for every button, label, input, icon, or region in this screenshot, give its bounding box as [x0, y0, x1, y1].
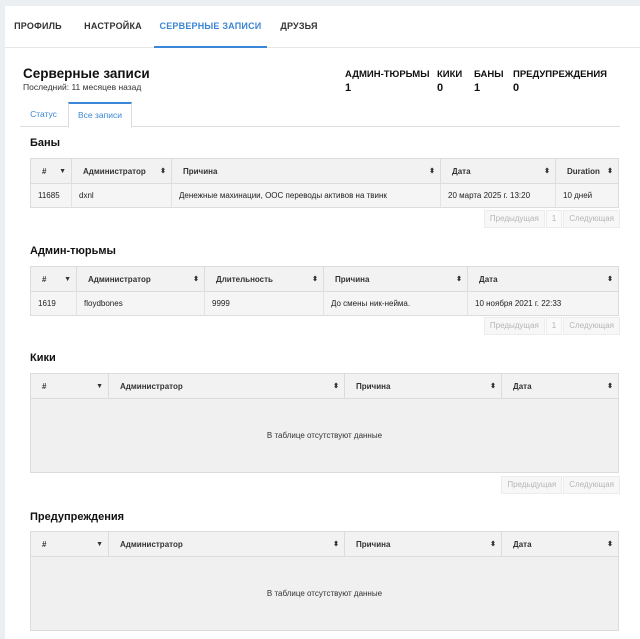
- stat-label: БАНЫ: [474, 69, 504, 80]
- col-header[interactable]: Дата ⬍: [468, 267, 618, 291]
- stat-value: 0: [437, 82, 444, 94]
- col-header[interactable]: Администратор ⬍: [72, 159, 172, 183]
- jails-title: Админ-тюрьмы: [30, 245, 116, 257]
- sort-desc-icon: ▼: [64, 276, 71, 283]
- sort-icon: ⬍: [429, 168, 435, 175]
- last-record-text: Последний: 11 месяцев назад: [23, 82, 142, 92]
- stat-value: 1: [474, 82, 481, 94]
- page-title: Серверные записи: [23, 66, 150, 81]
- subtab-all-records[interactable]: Все записи: [68, 102, 132, 128]
- stat-admin-jails: АДМИН-ТЮРЬМЫ 1: [345, 69, 430, 94]
- sort-icon: ⬍: [490, 383, 496, 390]
- col-header[interactable]: # ▼: [31, 374, 109, 398]
- prev-page-button[interactable]: Предыдущая: [501, 476, 563, 494]
- col-header[interactable]: Дата ⬍: [441, 159, 556, 183]
- sort-icon: ⬍: [607, 541, 613, 548]
- profile-navbar: ПРОФИЛЬ НАСТРОЙКА СЕРВЕРНЫЕ ЗАПИСИ ДРУЗЬ…: [5, 6, 640, 48]
- sort-desc-icon: ▼: [96, 383, 103, 390]
- sort-icon: ⬍: [160, 168, 166, 175]
- table-row[interactable]: 11685 dxnl Денежные махинации, ООС перев…: [31, 184, 618, 207]
- tab-profile[interactable]: ПРОФИЛЬ: [5, 6, 71, 48]
- stat-label: ПРЕДУПРЕЖДЕНИЯ: [513, 69, 608, 80]
- records-subtabs: Статус Все записи: [20, 102, 620, 128]
- warnings-table: # ▼ Администратор ⬍ Причина ⬍ Дата ⬍ В табли…: [30, 531, 619, 631]
- col-header[interactable]: Причина ⬍: [345, 532, 502, 556]
- table-cell: 1619: [31, 292, 77, 315]
- col-header[interactable]: Дата ⬍: [502, 532, 618, 556]
- prev-page-button[interactable]: Предыдущая: [483, 210, 545, 228]
- warnings-title: Предупреждения: [30, 511, 125, 523]
- page-number-button[interactable]: 1: [545, 317, 563, 335]
- sort-icon: ⬍: [312, 276, 318, 283]
- table-cell: 11685: [31, 184, 72, 207]
- col-header[interactable]: Администратор ⬍: [77, 267, 205, 291]
- sort-icon: ⬍: [456, 276, 462, 283]
- col-header[interactable]: # ▼: [31, 267, 77, 291]
- kicks-pagination: Предыдущая Следующая: [500, 476, 620, 494]
- table-header: # ▼ Администратор ⬍ Длительность ⬍ Причина ⬍…: [31, 267, 618, 292]
- col-header[interactable]: Причина ⬍: [345, 374, 502, 398]
- col-header[interactable]: Причина ⬍: [324, 267, 468, 291]
- table-cell: 20 марта 2025 г. 13:20: [441, 184, 556, 207]
- stat-bans: БАНЫ 1: [474, 69, 504, 94]
- sort-icon: ⬍: [333, 541, 339, 548]
- empty-table-message: В таблице отсутствуют данные: [31, 557, 618, 630]
- stat-label: КИКИ: [437, 69, 463, 80]
- jails-pagination: Предыдущая 1 Следующая: [483, 317, 620, 335]
- sort-icon: ⬍: [193, 276, 199, 283]
- sort-icon: ⬍: [607, 383, 613, 390]
- sort-icon: ⬍: [544, 168, 550, 175]
- sort-icon: ⬍: [333, 383, 339, 390]
- col-header[interactable]: Duration ⬍: [556, 159, 618, 183]
- sort-desc-icon: ▼: [96, 541, 103, 548]
- bans-title: Баны: [30, 137, 61, 149]
- left-strip: [0, 6, 5, 639]
- next-page-button[interactable]: Следующая: [563, 210, 620, 228]
- table-header: # ▼ Администратор ⬍ Причина ⬍ Дата ⬍: [31, 374, 618, 399]
- table-cell: floydbones: [77, 292, 205, 315]
- subtab-status[interactable]: Статус: [20, 102, 67, 127]
- col-header[interactable]: Администратор ⬍: [109, 374, 345, 398]
- bans-table: # ▼ Администратор ⬍ Причина ⬍ Дата ⬍ Duratio…: [30, 158, 619, 208]
- kicks-title: Кики: [30, 352, 56, 364]
- col-header[interactable]: Дата ⬍: [502, 374, 618, 398]
- stat-value: 0: [513, 82, 520, 94]
- empty-table-message: В таблице отсутствуют данные: [31, 399, 618, 472]
- sort-icon: ⬍: [490, 541, 496, 548]
- table-cell: dxnl: [72, 184, 172, 207]
- col-header[interactable]: # ▼: [31, 532, 109, 556]
- sort-desc-icon: ▼: [59, 168, 66, 175]
- next-page-button[interactable]: Следующая: [563, 476, 620, 494]
- col-header[interactable]: # ▼: [31, 159, 72, 183]
- table-cell: До смены ник-нейма.: [324, 292, 468, 315]
- tab-settings[interactable]: НАСТРОЙКА: [75, 6, 151, 48]
- bans-pagination: Предыдущая 1 Следующая: [483, 210, 620, 228]
- stat-value: 1: [345, 82, 352, 94]
- sort-icon: ⬍: [607, 276, 613, 283]
- col-header[interactable]: Длительность ⬍: [205, 267, 324, 291]
- page-number-button[interactable]: 1: [545, 210, 563, 228]
- prev-page-button[interactable]: Предыдущая: [483, 317, 545, 335]
- stat-warnings: ПРЕДУПРЕЖДЕНИЯ 0: [513, 69, 607, 94]
- col-header[interactable]: Администратор ⬍: [109, 532, 345, 556]
- stat-label: АДМИН-ТЮРЬМЫ: [345, 69, 430, 80]
- table-row[interactable]: 1619 floydbones 9999 До смены ник-нейма.…: [31, 292, 618, 315]
- kicks-table: # ▼ Администратор ⬍ Причина ⬍ Дата ⬍ В табли…: [30, 373, 619, 473]
- tab-friends[interactable]: ДРУЗЬЯ: [273, 6, 325, 48]
- stat-kicks: КИКИ 0: [437, 69, 462, 94]
- col-header[interactable]: Причина ⬍: [172, 159, 441, 183]
- tab-server-records[interactable]: СЕРВЕРНЫЕ ЗАПИСИ: [154, 6, 267, 48]
- table-cell: Денежные махинации, ООС переводы активов…: [172, 184, 441, 207]
- table-header: # ▼ Администратор ⬍ Причина ⬍ Дата ⬍: [31, 532, 618, 557]
- table-header: # ▼ Администратор ⬍ Причина ⬍ Дата ⬍ Duratio…: [31, 159, 618, 184]
- next-page-button[interactable]: Следующая: [563, 317, 620, 335]
- table-cell: 10 ноября 2021 г. 22:33: [475, 299, 562, 308]
- sort-icon: ⬍: [607, 168, 613, 175]
- table-cell: 10 дней: [563, 191, 593, 200]
- jails-table: # ▼ Администратор ⬍ Длительность ⬍ Причина ⬍…: [30, 266, 619, 316]
- table-cell: 9999: [205, 292, 324, 315]
